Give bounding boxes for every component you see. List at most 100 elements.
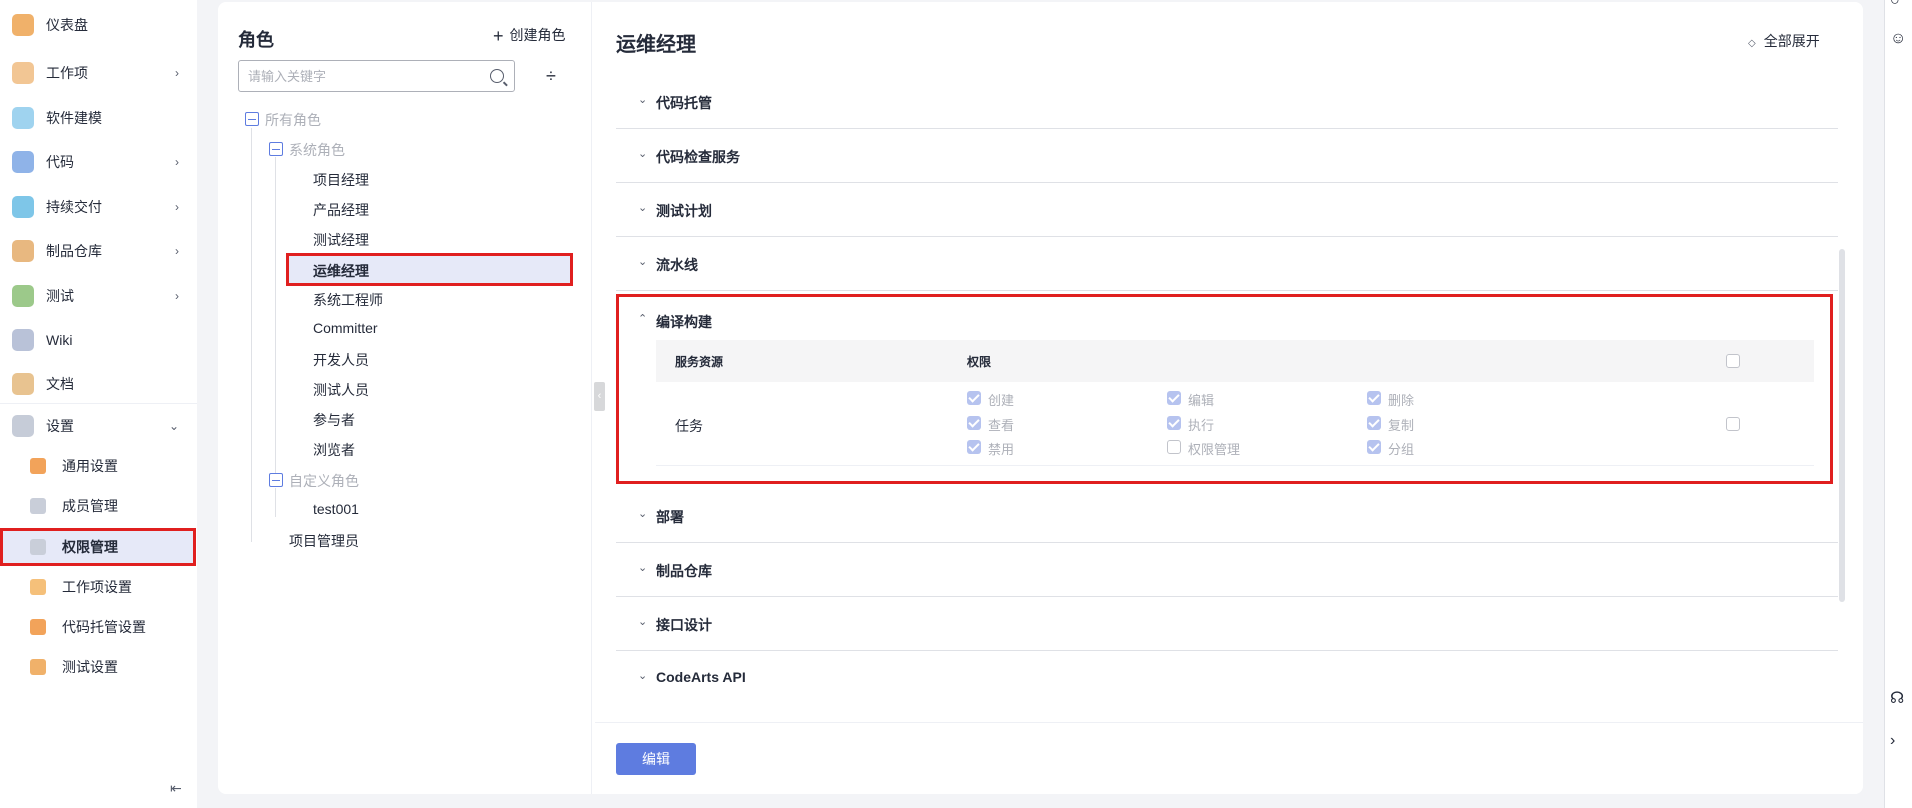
nav-sub-test-settings[interactable]: 测试设置 <box>0 648 197 686</box>
info-icon[interactable]: ○ <box>1890 0 1900 10</box>
chevron-right-icon[interactable]: › <box>1890 732 1895 750</box>
section-label: CodeArts API <box>656 669 746 685</box>
create-role-label: 创建角色 <box>509 27 566 43</box>
expand-all-button[interactable]: ◇ 全部展开 <box>1748 31 1820 51</box>
perm-checkbox[interactable] <box>967 391 981 405</box>
perm-checkbox[interactable] <box>1367 416 1381 430</box>
nav-item-label: 仪表盘 <box>46 17 88 33</box>
section-codearts-api[interactable]: ⌄ CodeArts API <box>616 651 1838 705</box>
tree-node-custom-roles[interactable]: 自定义角色 <box>289 471 359 491</box>
tree-toggle-all-roles[interactable] <box>245 112 259 126</box>
sort-icon[interactable]: ÷ <box>546 66 556 87</box>
nav-divider <box>0 403 197 404</box>
role-item[interactable]: test001 <box>313 501 359 517</box>
perm-checkbox[interactable] <box>1367 391 1381 405</box>
role-item[interactable]: 测试人员 <box>313 380 369 400</box>
tree-node-all-roles[interactable]: 所有角色 <box>265 110 321 130</box>
row-select-checkbox[interactable] <box>1726 417 1740 431</box>
chevron-right-icon: › <box>175 244 179 258</box>
chevron-down-icon: ⌄ <box>638 508 648 520</box>
expand-collapse-icon: ◇ <box>1748 38 1756 49</box>
perm-label: 禁用 <box>988 442 1015 457</box>
nav-item-docs[interactable]: 文档 <box>0 364 197 404</box>
role-item[interactable]: 产品经理 <box>313 200 369 220</box>
collapse-panel-handle[interactable]: ‹ <box>594 382 605 411</box>
permission-table-header: 服务资源 权限 <box>656 340 1814 382</box>
section-label: 代码托管 <box>656 95 712 111</box>
chevron-down-icon: ⌄ <box>638 94 648 106</box>
section-artifacts[interactable]: ⌄ 制品仓库 <box>616 543 1838 597</box>
nav-sub-general-settings[interactable]: 通用设置 <box>0 447 197 485</box>
member-icon <box>30 498 46 514</box>
permission-icon <box>30 539 46 555</box>
headset-icon[interactable]: ☊ <box>1890 688 1904 708</box>
col-permission-header: 权限 <box>967 355 992 369</box>
role-item-selected[interactable]: 运维经理 <box>286 253 573 286</box>
perm-checkbox[interactable] <box>1167 416 1181 430</box>
perm-checkbox[interactable] <box>1367 440 1381 454</box>
smiley-icon[interactable]: ☺ <box>1890 30 1906 48</box>
nav-item-settings[interactable]: 设置 ⌄ <box>0 406 197 446</box>
perm-label: 权限管理 <box>1188 442 1241 457</box>
perm-checkbox[interactable] <box>967 440 981 454</box>
nav-sub-work-item-settings[interactable]: 工作项设置 <box>0 568 197 606</box>
chevron-right-icon: › <box>175 66 179 80</box>
section-test-plan[interactable]: ⌄ 测试计划 <box>616 183 1838 237</box>
role-item[interactable]: 测试经理 <box>313 230 369 250</box>
role-search-input[interactable] <box>239 61 479 91</box>
nav-item-modeling[interactable]: 软件建模 <box>0 98 197 138</box>
nav-sub-permission-management[interactable]: 权限管理 <box>0 528 196 566</box>
nav-item-code[interactable]: 代码 › <box>0 142 197 182</box>
role-item-project-admin[interactable]: 项目管理员 <box>289 531 359 551</box>
role-item[interactable]: 参与者 <box>313 410 355 430</box>
left-nav: 仪表盘 工作项 › 软件建模 代码 › 持续交付 › 制品仓库 › 测试 › W… <box>0 0 197 808</box>
nav-sub-label: 成员管理 <box>62 498 118 514</box>
role-item[interactable]: Committer <box>313 320 378 336</box>
section-api-design[interactable]: ⌄ 接口设计 <box>616 597 1838 651</box>
section-label: 制品仓库 <box>656 563 712 579</box>
nav-item-wiki[interactable]: Wiki <box>0 320 197 360</box>
nav-sub-label: 通用设置 <box>62 458 118 474</box>
expand-all-label: 全部展开 <box>1763 33 1820 49</box>
nav-sub-label: 权限管理 <box>62 539 118 555</box>
search-icon[interactable] <box>490 69 504 83</box>
perm-checkbox[interactable] <box>1167 391 1181 405</box>
nav-item-delivery[interactable]: 持续交付 › <box>0 187 197 227</box>
chevron-up-icon: ⌃ <box>638 313 648 325</box>
tree-toggle-system-roles[interactable] <box>269 142 283 156</box>
tree-toggle-custom-roles[interactable] <box>269 473 283 487</box>
section-pipeline[interactable]: ⌄ 流水线 <box>616 237 1838 291</box>
perm-label: 执行 <box>1188 418 1215 433</box>
nav-item-label: Wiki <box>46 332 73 348</box>
section-code-check[interactable]: ⌄ 代码检查服务 <box>616 129 1838 183</box>
edit-button[interactable]: 编辑 <box>616 743 696 775</box>
perm-checkbox[interactable] <box>1167 440 1181 454</box>
nav-item-work-items[interactable]: 工作项 › <box>0 53 197 93</box>
nav-item-dashboard[interactable]: 仪表盘 <box>0 5 197 45</box>
section-deploy[interactable]: ⌄ 部署 <box>616 489 1838 543</box>
nav-sub-member-management[interactable]: 成员管理 <box>0 487 197 525</box>
collapse-nav-icon[interactable]: ⇤ <box>170 780 182 797</box>
section-repo[interactable]: ⌄ 代码托管 <box>616 75 1838 129</box>
role-item[interactable]: 项目经理 <box>313 170 369 190</box>
role-item[interactable]: 浏览者 <box>313 440 355 460</box>
create-role-button[interactable]: + 创建角色 <box>493 25 566 47</box>
chevron-right-icon: › <box>175 155 179 169</box>
select-all-checkbox[interactable] <box>1726 354 1740 368</box>
role-item[interactable]: 系统工程师 <box>313 290 383 310</box>
nav-sub-repo-settings[interactable]: 代码托管设置 <box>0 608 197 646</box>
role-item[interactable]: 开发人员 <box>313 350 369 370</box>
tree-node-system-roles[interactable]: 系统角色 <box>289 140 345 160</box>
dashboard-icon <box>12 14 34 36</box>
nav-item-artifacts[interactable]: 制品仓库 › <box>0 231 197 271</box>
perm-checkbox[interactable] <box>967 416 981 430</box>
tree-guide-line <box>251 128 252 542</box>
nav-item-label: 测试 <box>46 288 74 304</box>
scrollbar[interactable] <box>1839 249 1845 602</box>
nav-item-test[interactable]: 测试 › <box>0 276 197 316</box>
artifact-icon <box>12 240 34 262</box>
section-build-expanded[interactable]: ⌃ 编译构建 服务资源 权限 任务 创建 编辑 删除 查看 执行 复制 禁用 权… <box>616 294 1833 484</box>
chevron-down-icon: ⌄ <box>638 202 648 214</box>
nav-sub-label: 代码托管设置 <box>62 619 146 635</box>
nav-item-label: 软件建模 <box>46 110 102 126</box>
